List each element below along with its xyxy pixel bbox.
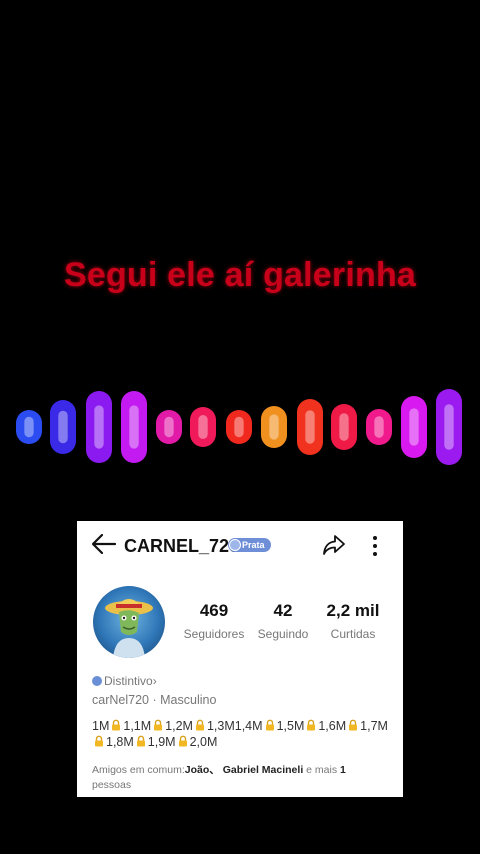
- milestone-value: 1,9M: [147, 735, 176, 749]
- milestone-value: 1,6M: [318, 719, 347, 733]
- milestone-value: 1,3M1,4M: [206, 719, 263, 733]
- friends-suffix: pessoas: [92, 779, 132, 791]
- lock-icon: [95, 735, 103, 747]
- profile-stats: 469 Seguidores 42 Seguindo 2,2 mil Curti…: [177, 601, 403, 651]
- profile-card: CARNEL_720 Prata 469 Seguidores 42 Segui…: [77, 521, 403, 797]
- stat-value: 42: [273, 601, 293, 620]
- lock-icon: [265, 719, 274, 731]
- stat-seguindo[interactable]: 42 Seguindo: [255, 601, 311, 641]
- distintivo-label: Distintivo: [104, 674, 153, 688]
- friends-middle: e mais: [303, 764, 340, 776]
- lock-icon: [178, 735, 187, 747]
- more-options-icon[interactable]: [365, 534, 385, 558]
- share-icon[interactable]: [322, 533, 346, 557]
- follower-milestones: 1M 1,1M 1,2M 1,3M1,4M 1,5M 1,6M 1,7M 1,8M 1,9M 2,…: [92, 718, 392, 750]
- visualizer-bar-shine: [305, 410, 315, 444]
- badge-label: Prata: [242, 540, 265, 550]
- badge-icon: [229, 539, 241, 551]
- stat-label: Seguindo: [257, 627, 309, 641]
- visualizer-bar-shine: [129, 405, 139, 449]
- profile-gender: Masculino: [160, 693, 217, 707]
- milestone-value: 1M: [92, 719, 110, 733]
- verified-icon: [92, 676, 102, 686]
- mutual-friends[interactable]: Amigos em comum:João、 Gabriel Macineli e…: [92, 763, 392, 793]
- visualizer-bar-shine: [234, 416, 244, 438]
- lock-icon: [307, 719, 316, 731]
- milestone-value: 1,7M: [360, 719, 388, 733]
- info-separator: ·: [152, 693, 157, 707]
- visualizer-bar-shine: [58, 410, 68, 444]
- visualizer-bar-shine: [409, 408, 419, 446]
- visualizer-bar-shine: [444, 404, 454, 450]
- stat-value: 2,2 mil: [326, 601, 380, 620]
- stat-value: 469: [199, 601, 229, 620]
- visualizer-bar-shine: [94, 405, 104, 449]
- lock-icon: [195, 719, 204, 731]
- stat-label: Seguidores: [183, 627, 245, 641]
- chevron-right-icon: ›: [152, 674, 157, 688]
- milestone-value: 1,2M: [165, 719, 193, 733]
- milestone-value: 2,0M: [189, 735, 218, 749]
- visualizer-bar-shine: [164, 416, 174, 438]
- friends-count: 1: [340, 764, 346, 776]
- profile-handle: carNel720: [92, 693, 149, 707]
- lock-icon: [136, 735, 145, 747]
- stat-seguidores[interactable]: 469 Seguidores: [179, 601, 249, 641]
- avatar[interactable]: [93, 586, 165, 658]
- status-badge[interactable]: Prata: [228, 538, 271, 552]
- profile-username: CARNEL_720: [124, 536, 240, 556]
- lock-icon: [112, 719, 121, 731]
- friends-prefix: Amigos em comum:: [92, 764, 185, 776]
- audio-visualizer: [16, 389, 462, 465]
- visualizer-bar-shine: [374, 416, 384, 438]
- avatar-image: [105, 599, 153, 658]
- visualizer-bar-shine: [198, 415, 208, 439]
- profile-info: carNel720 · Masculino: [92, 693, 216, 707]
- visualizer-bar-shine: [24, 416, 34, 438]
- profile-header: CARNEL_720 Prata: [77, 521, 403, 569]
- visualizer-bar-shine: [269, 414, 279, 440]
- milestone-value: 1,1M: [123, 719, 152, 733]
- milestone-value: 1,5M: [276, 719, 305, 733]
- lock-icon: [349, 719, 358, 731]
- caption-text: Segui ele aí galerinha: [63, 256, 417, 294]
- stat-label: Curtidas: [330, 627, 376, 641]
- stat-curtidas[interactable]: 2,2 mil Curtidas: [323, 601, 383, 641]
- milestone-value: 1,8M: [106, 735, 134, 749]
- back-arrow-icon[interactable]: [91, 533, 117, 555]
- visualizer-bar-shine: [339, 413, 349, 441]
- distintivo-link[interactable]: Distintivo›: [92, 674, 157, 688]
- lock-icon: [154, 719, 163, 731]
- friends-names: João、 Gabriel Macineli: [184, 764, 304, 776]
